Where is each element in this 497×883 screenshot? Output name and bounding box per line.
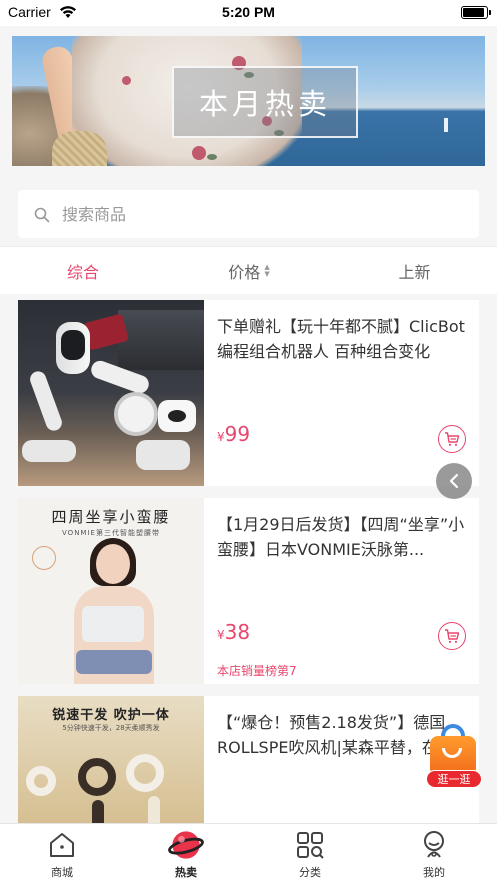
tab-mall[interactable]: 商城 [0, 824, 124, 883]
sort-tab-label: 上新 [398, 263, 431, 282]
promo-banner[interactable]: 本月热卖 [12, 36, 485, 166]
tab-category[interactable]: 分类 [248, 824, 372, 883]
tab-label: 分类 [299, 866, 321, 879]
search-icon [34, 207, 50, 223]
search-section [0, 178, 497, 246]
tab-label: 热卖 [175, 866, 197, 879]
product-price: ¥38 [217, 620, 250, 644]
tab-profile[interactable]: 我的 [372, 824, 496, 883]
banner-title: 本月热卖 [198, 87, 331, 121]
category-grid-icon [297, 832, 324, 859]
add-to-cart-button[interactable] [438, 425, 466, 453]
product-price: ¥99 [217, 422, 250, 446]
sort-tab-new[interactable]: 上新 [332, 247, 497, 295]
sort-tab-price[interactable]: 价格 ▲ ▼ [166, 247, 332, 295]
search-box[interactable] [18, 190, 479, 238]
add-to-cart-button[interactable] [438, 622, 466, 650]
planet-icon [168, 831, 204, 859]
product-title[interactable]: 【1月29日后发货】【四周“坐享”小蛮腰】日本VONMIE沃脉第... [217, 512, 467, 562]
tab-hot-sale[interactable]: 热卖 [124, 824, 248, 883]
bag-label: 逛一逛 [426, 770, 482, 788]
image-subtitle-text: VONMIE第三代智能塑腰带 [62, 529, 160, 537]
image-title-text: 四周坐享小蛮腰 [51, 508, 171, 526]
chevron-left-icon [449, 473, 459, 489]
sort-arrows-icon: ▲ ▼ [264, 263, 270, 278]
image-subtitle-text: 5分钟快速干发，28天柔顺秀发 [62, 724, 160, 732]
price-symbol: ¥ [217, 628, 225, 642]
back-float-button[interactable] [436, 463, 472, 499]
price-value: 99 [224, 422, 251, 446]
cart-icon [445, 629, 460, 643]
sort-tab-comprehensive[interactable]: 综合 [0, 247, 166, 295]
sales-rank-label: 本店销量榜第7 [217, 664, 297, 678]
profile-icon [424, 831, 444, 858]
bottom-tab-bar: 商城 热卖 分类 我的 [0, 823, 497, 883]
product-image[interactable] [18, 300, 204, 486]
image-title-text: 锐速干发 吹护一体 [52, 708, 170, 723]
price-symbol: ¥ [217, 430, 225, 444]
status-time: 5:20 PM [222, 4, 275, 20]
product-card[interactable]: 下单赠礼【玩十年都不腻】ClicBot编程组合机器人 百种组合变化 ¥99 [18, 300, 479, 486]
product-image[interactable]: 四周坐享小蛮腰 VONMIE第三代智能塑腰带 [18, 498, 204, 684]
price-value: 38 [224, 620, 251, 644]
sort-bar: 综合 价格 ▲ ▼ 上新 [0, 246, 497, 294]
product-title[interactable]: 下单赠礼【玩十年都不腻】ClicBot编程组合机器人 百种组合变化 [217, 314, 467, 364]
tab-label: 我的 [423, 866, 445, 879]
status-bar: Carrier 5:20 PM [0, 0, 497, 26]
tab-label: 商城 [51, 866, 73, 879]
search-input[interactable] [62, 190, 462, 238]
product-card[interactable]: 四周坐享小蛮腰 VONMIE第三代智能塑腰带 【1月29日后发货】【四周“坐享”… [18, 498, 479, 684]
browse-bag-button[interactable]: 逛一逛 [424, 722, 484, 790]
brand-logo [32, 546, 56, 570]
battery-icon [461, 6, 491, 19]
banner-title-frame: 本月热卖 [172, 66, 358, 138]
home-icon [50, 833, 74, 857]
cart-icon [445, 432, 460, 446]
sort-tab-label: 综合 [66, 263, 99, 282]
sort-tab-label: 价格 [228, 263, 261, 282]
